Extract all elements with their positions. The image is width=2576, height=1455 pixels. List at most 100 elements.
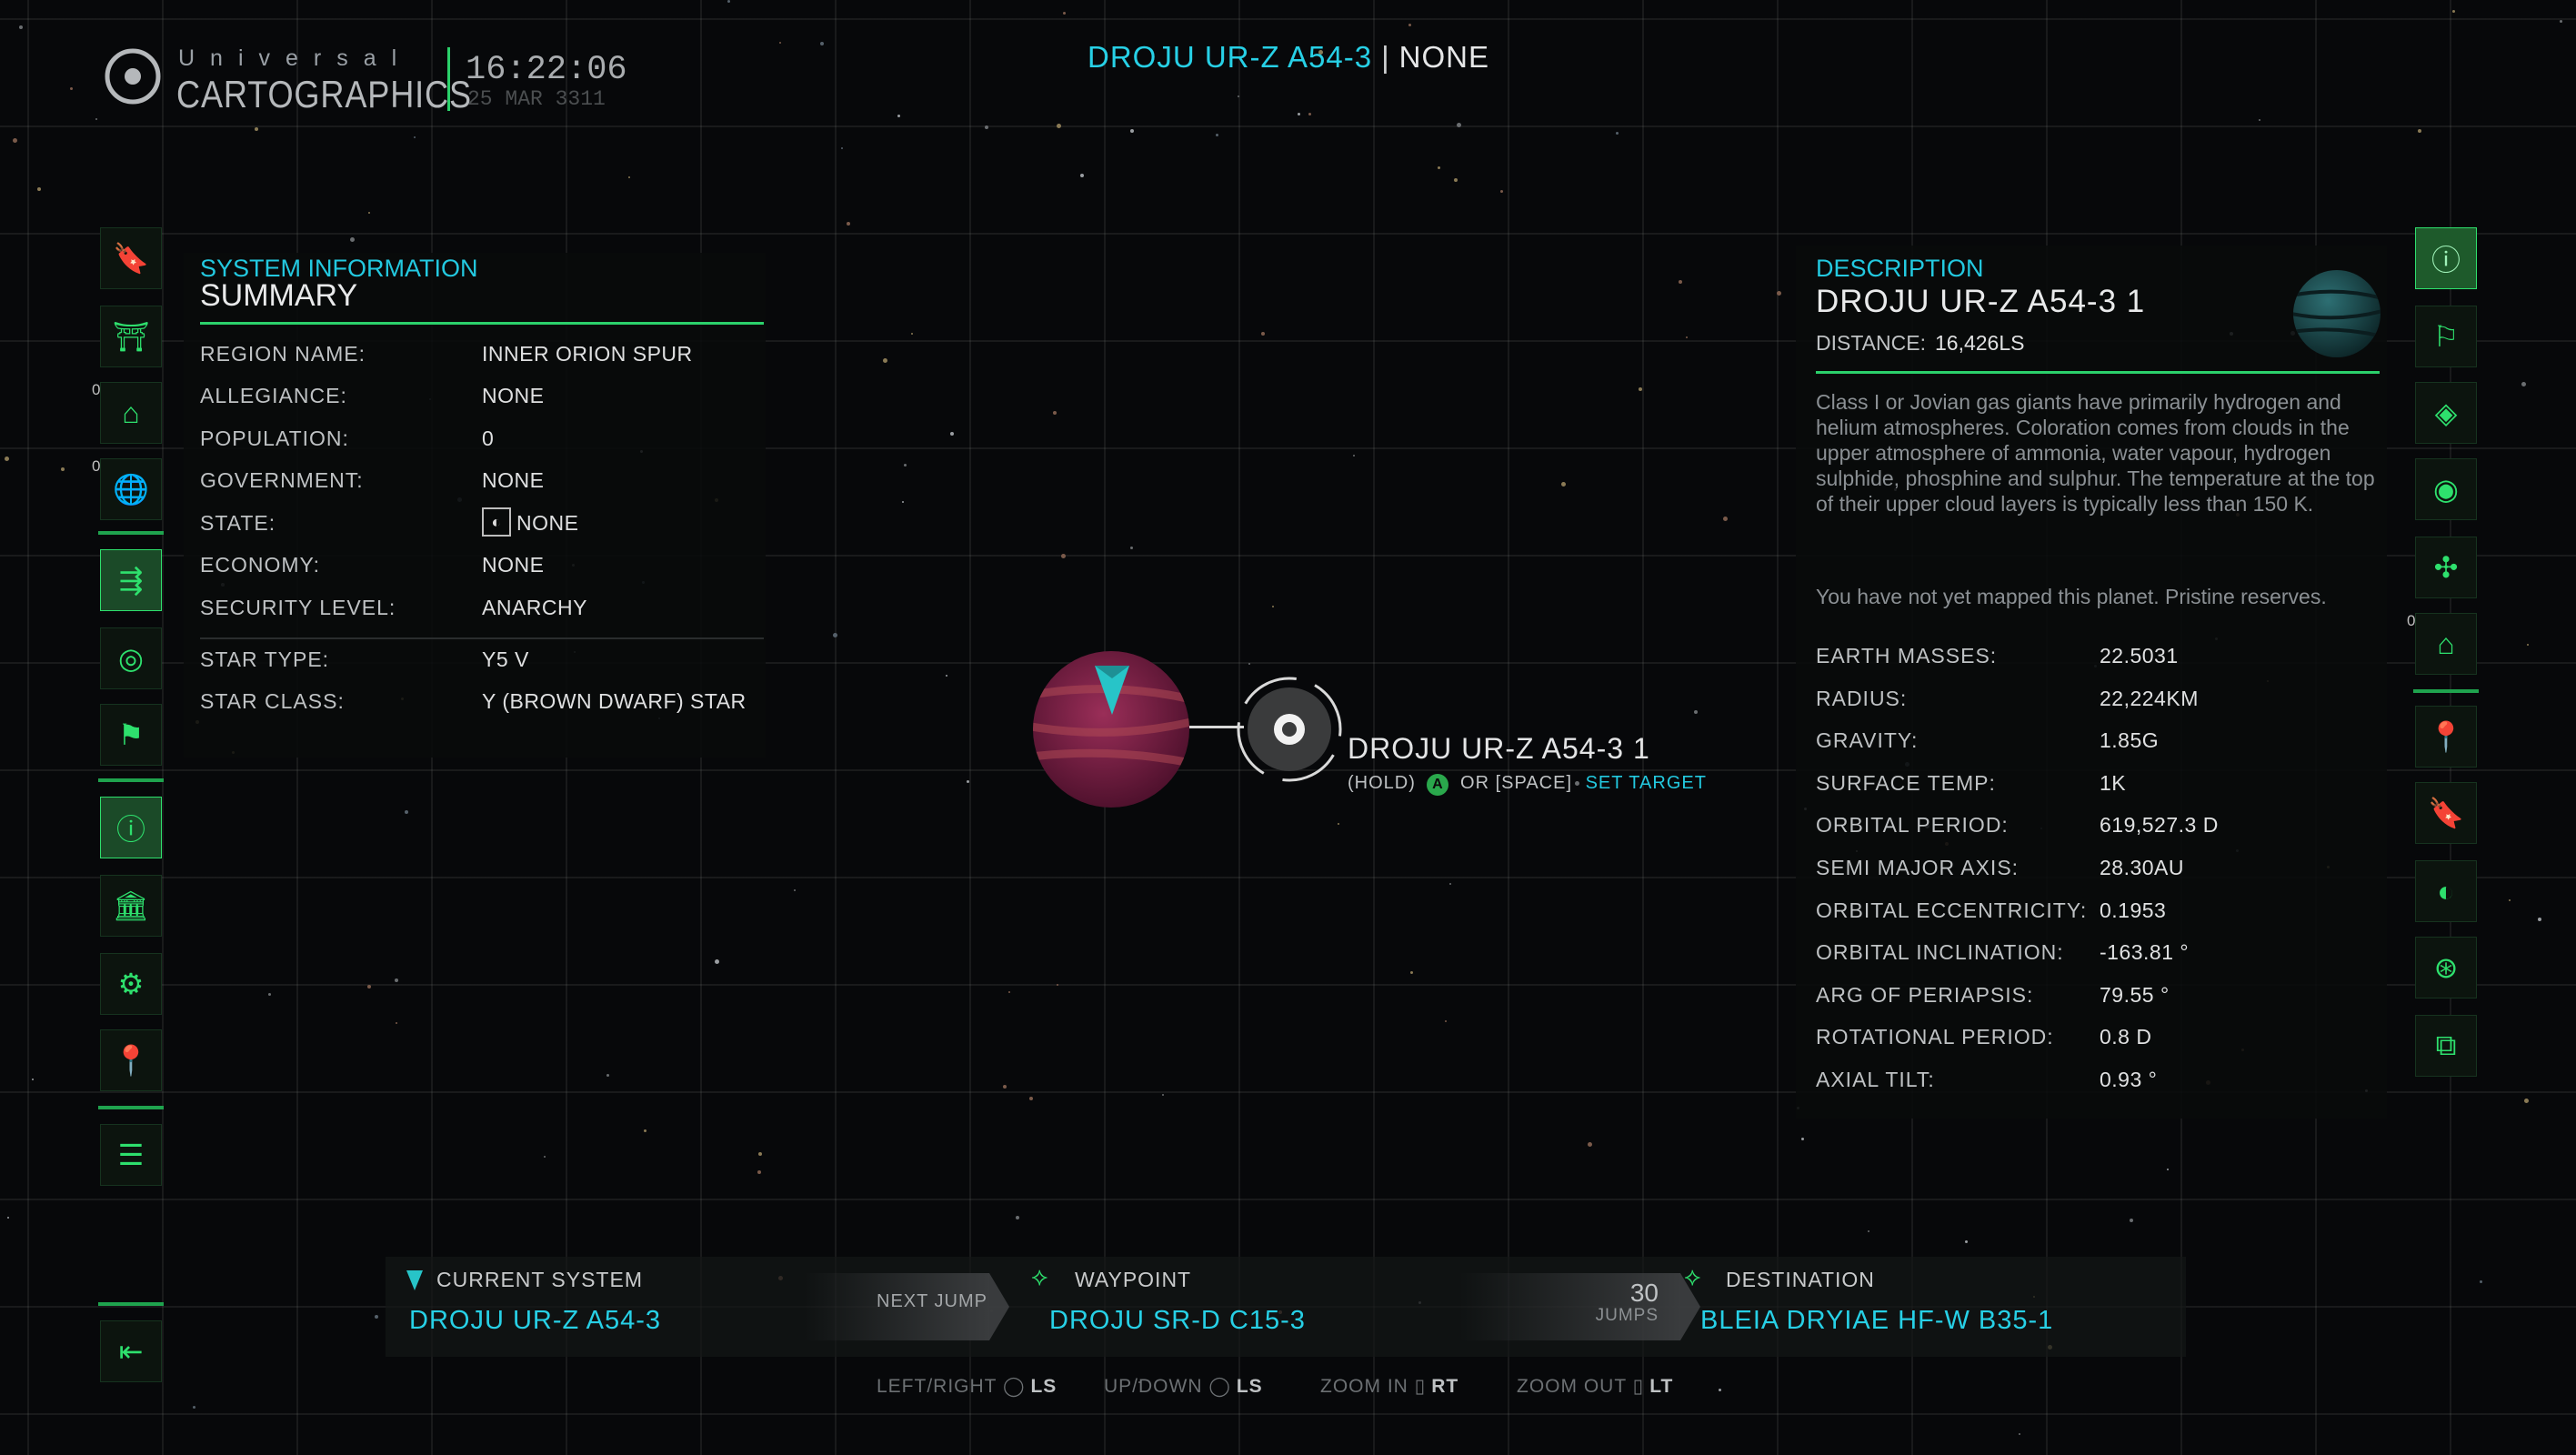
info-label: STATE: bbox=[200, 511, 276, 535]
info-row-state: STATE: ◐ NONE bbox=[200, 507, 764, 553]
star bbox=[1679, 280, 1682, 284]
star bbox=[1298, 113, 1300, 115]
info-row-region: REGION NAME: INNER ORION SPUR bbox=[200, 342, 764, 384]
column-divider bbox=[98, 1106, 164, 1109]
location-tab[interactable]: 📍 bbox=[2415, 706, 2477, 768]
current-system-value[interactable]: DROJU UR-Z A54-3 bbox=[409, 1306, 661, 1336]
pin-button[interactable]: 📍 bbox=[100, 1029, 162, 1091]
star bbox=[2521, 382, 2526, 386]
star bbox=[1868, 1230, 1869, 1232]
column-divider bbox=[98, 778, 164, 782]
flag-button[interactable]: ⚑ bbox=[100, 704, 162, 766]
stat-value: 0.8 D bbox=[2100, 1025, 2152, 1049]
info-label: STAR CLASS: bbox=[200, 689, 345, 713]
selected-body-label: DROJU UR-Z A54-3 1 bbox=[1348, 732, 1650, 765]
info-value: INNER ORION SPUR bbox=[482, 342, 693, 366]
jumps-count: 30 bbox=[1629, 1279, 1659, 1307]
star bbox=[1639, 387, 1642, 391]
star bbox=[5, 457, 9, 461]
logo-wordmark-small: Universal bbox=[178, 45, 413, 71]
selected-body-marker[interactable] bbox=[1235, 675, 1344, 784]
control-hint-zoom-in: ZOOM IN ▯ RT bbox=[1320, 1375, 1458, 1398]
stat-row: ORBITAL ECCENTRICITY: 0.1953 bbox=[1816, 898, 2380, 940]
star bbox=[7, 1217, 9, 1219]
list-icon: ☰ bbox=[117, 1139, 145, 1171]
star bbox=[2524, 1099, 2529, 1103]
globe-filter-button[interactable]: ◎ bbox=[100, 627, 162, 689]
waypoint-value[interactable]: DROJU SR-D C15-3 bbox=[1049, 1306, 1306, 1336]
blueprint-icon: ⛩ bbox=[112, 320, 150, 353]
destination-value[interactable]: BLEIA DRYIAE HF-W B35-1 bbox=[1700, 1306, 2053, 1336]
star bbox=[1561, 482, 1566, 487]
stat-row: SURFACE TEMP: 1K bbox=[1816, 771, 2380, 813]
destination-route-icon: ⟡ bbox=[1684, 1262, 1701, 1290]
star bbox=[544, 1156, 546, 1158]
star bbox=[757, 1170, 761, 1174]
body-title: DROJU UR-Z A54-3 1 bbox=[1816, 284, 2146, 319]
star bbox=[1438, 166, 1440, 169]
stat-row: ORBITAL PERIOD: 619,527.3 D bbox=[1816, 813, 2380, 855]
copy-tab[interactable]: ⧉ bbox=[2415, 1015, 2477, 1077]
info-row-star-class: STAR CLASS: Y (BROWN DWARF) STAR bbox=[200, 689, 764, 731]
info-label: STAR TYPE: bbox=[200, 647, 330, 671]
star bbox=[1272, 606, 1274, 607]
star bbox=[1449, 883, 1451, 885]
system-title-status: NONE bbox=[1398, 40, 1489, 74]
system-title-name: DROJU UR-Z A54-3 bbox=[1088, 40, 1373, 74]
info-button[interactable]: ⓘ bbox=[100, 797, 162, 858]
globe-filter-icon: ◎ bbox=[118, 642, 144, 675]
star bbox=[911, 333, 913, 335]
info-value: Y5 V bbox=[482, 647, 529, 671]
landable-planet-icon: ⌂ bbox=[2437, 627, 2455, 660]
world-button[interactable]: 🌐 0 bbox=[92, 457, 162, 520]
set-target-button[interactable]: SET TARGET bbox=[1586, 773, 1707, 793]
moon-tab[interactable]: ◐ bbox=[2415, 860, 2477, 922]
landable-planet-tab[interactable]: ⌂ 0 bbox=[2407, 612, 2477, 675]
route-icon: ⇶ bbox=[118, 564, 144, 597]
star bbox=[833, 633, 837, 637]
stat-value: 22,224KM bbox=[2100, 686, 2199, 710]
blueprint-button[interactable]: ⛩ bbox=[100, 306, 162, 367]
current-location-marker-icon bbox=[1095, 666, 1129, 715]
landable-button[interactable]: ⌂ 0 bbox=[92, 381, 162, 444]
route-button[interactable]: ⇶ bbox=[100, 549, 162, 611]
star bbox=[255, 127, 258, 131]
star bbox=[847, 222, 850, 226]
info-value: Y (BROWN DWARF) STAR bbox=[482, 689, 747, 713]
orbit-tab[interactable]: ✣ bbox=[2415, 537, 2477, 598]
star bbox=[95, 118, 97, 120]
asteroid-tab[interactable]: ◈ bbox=[2415, 382, 2477, 444]
settings-button[interactable]: ⚙ bbox=[100, 953, 162, 1015]
count-badge: 0 bbox=[92, 457, 101, 475]
info-eye-tab[interactable]: ⓘ bbox=[2415, 227, 2477, 289]
star bbox=[1965, 1240, 1968, 1243]
landable-icon: ⌂ bbox=[122, 396, 140, 429]
star bbox=[1353, 455, 1355, 457]
target-tab[interactable]: ◉ bbox=[2415, 458, 2477, 520]
flag-station-tab[interactable]: ⚐ bbox=[2415, 306, 2477, 367]
list-button[interactable]: ☰ bbox=[100, 1124, 162, 1186]
star bbox=[1057, 124, 1061, 128]
network-tab[interactable]: ⊛ bbox=[2415, 937, 2477, 998]
star bbox=[32, 1079, 34, 1080]
star bbox=[1454, 178, 1458, 182]
trigger-icon: ▯ bbox=[1632, 1376, 1645, 1397]
stat-row: GRAVITY: 1.85G bbox=[1816, 728, 2380, 770]
column-divider bbox=[98, 531, 164, 535]
star bbox=[1063, 12, 1066, 15]
waypoint-label: WAYPOINT bbox=[1075, 1268, 1192, 1291]
star bbox=[841, 147, 843, 149]
system-info-panel: SYSTEM INFORMATION SUMMARY REGION NAME: … bbox=[184, 253, 766, 758]
bank-button[interactable]: 🏛 bbox=[100, 875, 162, 937]
star bbox=[2418, 129, 2421, 133]
bookmark-button[interactable]: 🔖 bbox=[100, 227, 162, 289]
star bbox=[1029, 1097, 1033, 1100]
control-hint-up-down: UP/DOWN ◯ LS bbox=[1104, 1375, 1263, 1398]
exit-button[interactable]: ⇤ bbox=[100, 1320, 162, 1382]
star bbox=[2452, 10, 2455, 13]
star bbox=[1216, 134, 1218, 136]
bookmark-add-tab[interactable]: 🔖 bbox=[2415, 782, 2477, 844]
system-title-separator: | bbox=[1381, 40, 1390, 74]
star bbox=[37, 187, 41, 191]
stat-label: ARG OF PERIAPSIS: bbox=[1816, 982, 2034, 1007]
